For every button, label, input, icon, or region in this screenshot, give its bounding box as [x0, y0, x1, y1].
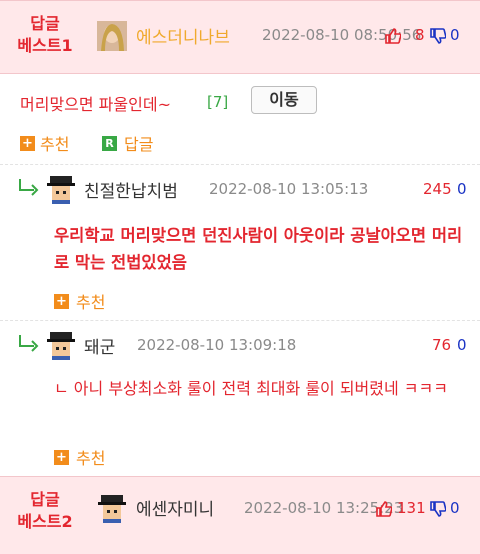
thumbs-up-icon[interactable] — [385, 28, 401, 44]
best-reply-2: 답글 베스트2 에센자미니 2022-08-10 13:25:23 131 0 — [0, 476, 480, 554]
comment-date: 2022-08-10 13:09:18 — [137, 336, 297, 354]
thumbs-down-icon[interactable] — [430, 501, 446, 517]
down-count: 0 — [450, 26, 460, 44]
divider — [0, 320, 480, 321]
comment-date: 2022-08-10 13:05:13 — [209, 180, 369, 198]
recommend-button[interactable]: 추천 — [76, 445, 105, 469]
best-label-1: 답글 베스트1 — [10, 13, 80, 57]
thumbs-down-icon[interactable] — [430, 28, 446, 44]
avatar[interactable] — [97, 21, 127, 51]
up-count: 8 — [415, 26, 425, 44]
recommend-button[interactable]: 추천 — [40, 131, 69, 155]
author-name[interactable]: 돼군 — [84, 333, 115, 358]
author-name[interactable]: 친절한납치범 — [84, 177, 178, 202]
reply-count: [7] — [207, 93, 229, 111]
best-label-2-line1: 답글 — [30, 490, 60, 509]
move-button[interactable]: 이동 — [251, 86, 317, 114]
avatar[interactable] — [97, 493, 127, 523]
comment-text: ㄴ 아니 부상최소화 룰이 전력 최대화 룰이 되버렸네 ㅋㅋㅋ — [54, 379, 448, 398]
down-count: 0 — [450, 499, 460, 517]
reply-badge-icon: R — [102, 136, 117, 151]
best-label-1-line1: 답글 — [30, 14, 60, 33]
best-label-2-line2: 베스트2 — [17, 512, 73, 531]
avatar[interactable] — [46, 330, 76, 360]
reply-arrow-icon — [19, 179, 39, 196]
post-title[interactable]: 머리맞으면 파울인데~ — [20, 91, 171, 115]
divider — [0, 164, 480, 165]
up-count: 131 — [397, 499, 426, 517]
author-name[interactable]: 에센자미니 — [136, 495, 214, 520]
down-count: 0 — [457, 336, 467, 354]
plus-icon: + — [54, 294, 69, 309]
reply-arrow-icon — [19, 335, 39, 352]
comment-text: 우리학교 머리맞으면 던진사람이 아웃이라 공날아오면 머리로 막는 전법있었음 — [54, 226, 463, 272]
best-label-2: 답글 베스트2 — [10, 489, 80, 533]
reply-button[interactable]: 답글 — [124, 131, 153, 155]
thumbs-up-icon[interactable] — [376, 501, 392, 517]
up-count: 245 — [423, 180, 452, 198]
author-name[interactable]: 에스더니나브 — [136, 23, 230, 48]
best-reply-1: 답글 베스트1 에스더니나브 2022-08-10 08:50:56 8 0 — [0, 0, 480, 74]
plus-icon: + — [54, 450, 69, 465]
up-count: 76 — [432, 336, 452, 354]
recommend-button[interactable]: 추천 — [76, 289, 105, 313]
best-label-1-line2: 베스트1 — [17, 36, 73, 55]
plus-icon: + — [20, 136, 35, 151]
down-count: 0 — [457, 180, 467, 198]
avatar[interactable] — [46, 174, 76, 204]
move-button-label: 이동 — [269, 90, 299, 109]
